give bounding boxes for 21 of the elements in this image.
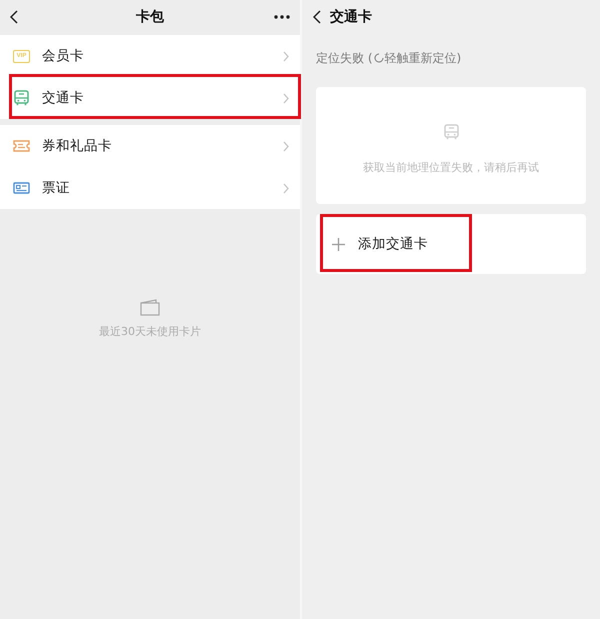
back-icon — [313, 10, 321, 24]
more-icon — [274, 15, 290, 19]
card-icon — [140, 299, 160, 316]
refresh-icon — [374, 53, 384, 63]
back-icon — [10, 10, 18, 24]
page-title: 卡包 — [136, 8, 164, 26]
plus-icon — [332, 238, 345, 250]
chevron-right-icon — [283, 140, 289, 152]
error-message: 获取当前地理位置失败，请稍后再试 — [363, 160, 539, 175]
more-button[interactable] — [274, 15, 290, 19]
page-title: 交通卡 — [330, 8, 372, 26]
chevron-right-icon — [283, 50, 289, 62]
location-status-text: 定位失败 ( — [316, 50, 372, 66]
back-button[interactable] — [10, 10, 18, 24]
chevron-right-icon — [283, 182, 289, 194]
empty-state-text: 最近30天未使用卡片 — [99, 324, 201, 339]
back-button[interactable] — [313, 10, 321, 24]
retry-link[interactable]: 轻触重新定位) — [384, 50, 462, 66]
bus-icon — [444, 124, 458, 140]
add-transit-card-button[interactable]: 添加交通卡 — [316, 214, 472, 274]
chevron-right-icon — [283, 92, 289, 104]
